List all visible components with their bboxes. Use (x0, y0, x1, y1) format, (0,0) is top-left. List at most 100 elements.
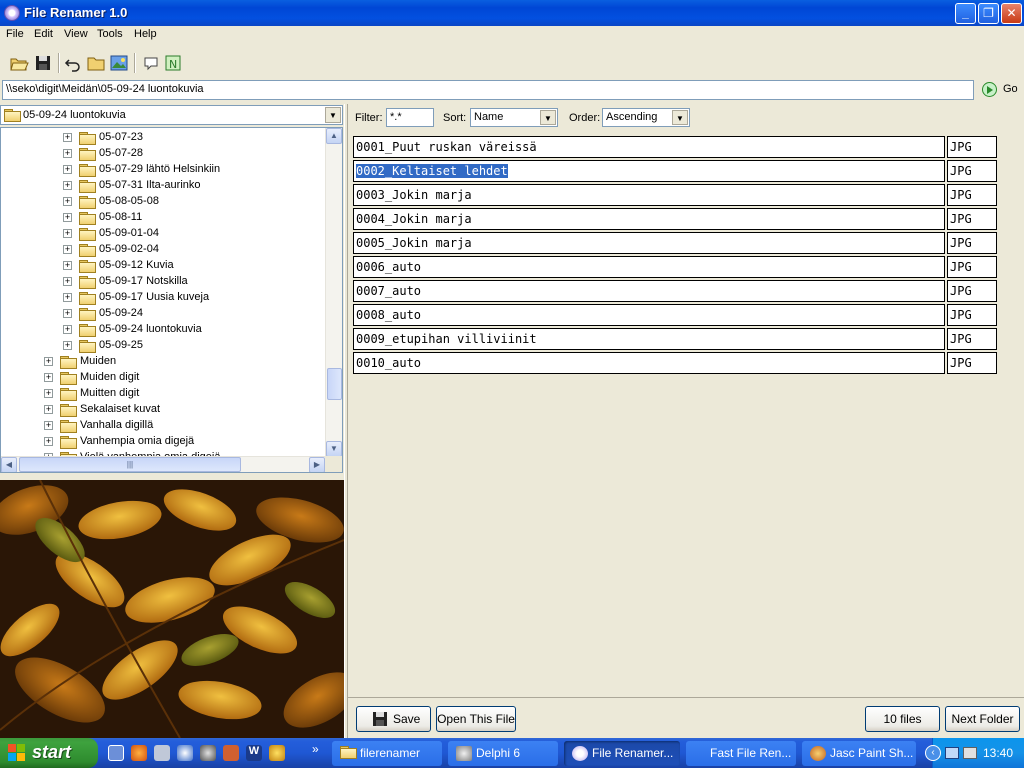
save-icon[interactable] (32, 52, 54, 74)
tree-item[interactable]: +05-07-23 (1, 130, 326, 146)
expand-icon[interactable]: + (63, 325, 72, 334)
tree-vertical-scrollbar[interactable]: ▲ ▼ (325, 128, 342, 458)
expand-icon[interactable]: + (44, 357, 53, 366)
firefox-icon[interactable] (131, 745, 147, 761)
app-quicklaunch-icon[interactable] (200, 745, 216, 761)
tree-item[interactable]: +05-07-28 (1, 146, 326, 162)
tree-item[interactable]: + Muiden (1, 354, 326, 370)
extension-input[interactable]: JPG (947, 304, 997, 326)
expand-icon[interactable]: + (63, 133, 72, 142)
volume-icon[interactable] (963, 747, 977, 759)
expand-icon[interactable]: + (63, 149, 72, 158)
menu-tools[interactable]: Tools (97, 28, 123, 40)
extension-input[interactable]: JPG (947, 328, 997, 350)
paint-icon[interactable] (223, 745, 239, 761)
filename-input[interactable]: 0001_Puut ruskan väreissä (353, 136, 945, 158)
menu-help[interactable]: Help (134, 28, 157, 40)
maximize-button[interactable]: ❐ (978, 3, 999, 24)
tree-hscroll-thumb[interactable]: ||| (19, 457, 241, 472)
tree-item[interactable]: + Vanhalla digillä (1, 418, 326, 434)
filename-input[interactable]: 0002_Keltaiset lehdet (353, 160, 945, 182)
expand-icon[interactable]: + (63, 261, 72, 270)
save-button[interactable]: Save (356, 706, 431, 732)
desktop-icon[interactable] (108, 745, 124, 761)
expand-icon[interactable]: + (44, 373, 53, 382)
tree-item[interactable]: +05-07-29 lähtö Helsinkiin (1, 162, 326, 178)
tree-item[interactable]: + Muitten digit (1, 386, 326, 402)
path-input[interactable]: \\seko\digit\Meidän\05-09-24 luontokuvia (2, 80, 974, 100)
filename-input[interactable]: 0006_auto (353, 256, 945, 278)
task-file-renamer[interactable]: File Renamer... (564, 741, 680, 766)
app-icon[interactable] (4, 5, 20, 21)
folder-dropdown[interactable]: 05-09-24 luontokuvia ▼ (0, 105, 343, 125)
tray-expand-icon[interactable]: ‹ (925, 745, 941, 761)
undo-icon[interactable] (62, 52, 84, 74)
open-file-button[interactable]: Open This File (436, 706, 516, 732)
next-folder-button[interactable]: Next Folder (945, 706, 1020, 732)
expand-icon[interactable]: + (63, 165, 72, 174)
tree-item[interactable]: +05-09-24 luontokuvia (1, 322, 326, 338)
expand-icon[interactable]: + (44, 421, 53, 430)
tree-item[interactable]: +05-09-24 (1, 306, 326, 322)
filename-input[interactable]: 0009_etupihan villiviinit (353, 328, 945, 350)
expand-icon[interactable]: + (63, 245, 72, 254)
folder-icon[interactable] (85, 52, 107, 74)
expand-icon[interactable]: + (63, 181, 72, 190)
quicklaunch-overflow-icon[interactable]: » (312, 742, 319, 756)
filename-input[interactable]: 0007_auto (353, 280, 945, 302)
start-button[interactable]: start (0, 738, 98, 768)
tree-item[interactable]: +05-09-02-04 (1, 242, 326, 258)
chevron-down-icon[interactable]: ▼ (325, 107, 341, 123)
tree-item[interactable]: + Muiden digit (1, 370, 326, 386)
task-paint-shop[interactable]: Jasc Paint Sh... (802, 741, 916, 766)
tree-item[interactable]: +05-09-17 Uusia kuveja (1, 290, 326, 306)
order-select[interactable]: Ascending ▼ (602, 108, 690, 127)
sort-select[interactable]: Name ▼ (470, 108, 558, 127)
extension-input[interactable]: JPG (947, 256, 997, 278)
tree-item[interactable]: +05-08-05-08 (1, 194, 326, 210)
expand-icon[interactable]: + (63, 229, 72, 238)
open-folder-icon[interactable] (8, 52, 30, 74)
tree-item[interactable]: +05-09-17 Notskilla (1, 274, 326, 290)
task-filerenamer[interactable]: filerenamer (332, 741, 442, 766)
minimize-button[interactable]: _ (955, 3, 976, 24)
expand-icon[interactable]: + (63, 341, 72, 350)
extension-input[interactable]: JPG (947, 136, 997, 158)
tree-item[interactable]: +05-09-01-04 (1, 226, 326, 242)
title-bar[interactable]: File Renamer 1.0 _ ❐ ✕ (0, 0, 1024, 26)
tree-item[interactable]: +05-09-25 (1, 338, 326, 354)
folder-tree[interactable]: +05-07-23 +05-07-28 +05-07-29 lähtö Helsin… (0, 127, 343, 473)
filename-input[interactable]: 0003_Jokin marja (353, 184, 945, 206)
word-icon[interactable]: W (246, 745, 262, 761)
expand-icon[interactable]: + (63, 197, 72, 206)
tree-horizontal-scrollbar[interactable]: ◀ ||| ▶ (1, 456, 326, 472)
scroll-down-icon[interactable]: ▼ (326, 441, 342, 457)
expand-icon[interactable]: + (44, 437, 53, 446)
utility-icon[interactable] (269, 745, 285, 761)
expand-icon[interactable]: + (63, 277, 72, 286)
scroll-right-icon[interactable]: ▶ (309, 457, 325, 472)
menu-file[interactable]: File (6, 28, 24, 40)
extension-input[interactable]: JPG (947, 160, 997, 182)
chevron-down-icon[interactable]: ▼ (672, 110, 688, 125)
scroll-left-icon[interactable]: ◀ (1, 457, 17, 472)
filename-input[interactable]: 0005_Jokin marja (353, 232, 945, 254)
network-icon[interactable] (945, 747, 959, 759)
tree-item[interactable]: + Vanhempia omia digejä (1, 434, 326, 450)
extension-input[interactable]: JPG (947, 280, 997, 302)
chevron-down-icon[interactable]: ▼ (540, 110, 556, 125)
server-icon[interactable] (154, 745, 170, 761)
close-button[interactable]: ✕ (1001, 3, 1022, 24)
extension-input[interactable]: JPG (947, 208, 997, 230)
expand-icon[interactable]: + (63, 309, 72, 318)
extension-input[interactable]: JPG (947, 352, 997, 374)
filename-input[interactable]: 0010_auto (353, 352, 945, 374)
tree-item[interactable]: + Sekalaiset kuvat (1, 402, 326, 418)
media-player-icon[interactable] (177, 745, 193, 761)
clock[interactable]: 13:40 (983, 746, 1013, 760)
tree-item[interactable]: +05-09-12 Kuvia (1, 258, 326, 274)
notepad-icon[interactable]: N (162, 52, 184, 74)
menu-edit[interactable]: Edit (34, 28, 53, 40)
extension-input[interactable]: JPG (947, 232, 997, 254)
tree-item[interactable]: +05-08-11 (1, 210, 326, 226)
